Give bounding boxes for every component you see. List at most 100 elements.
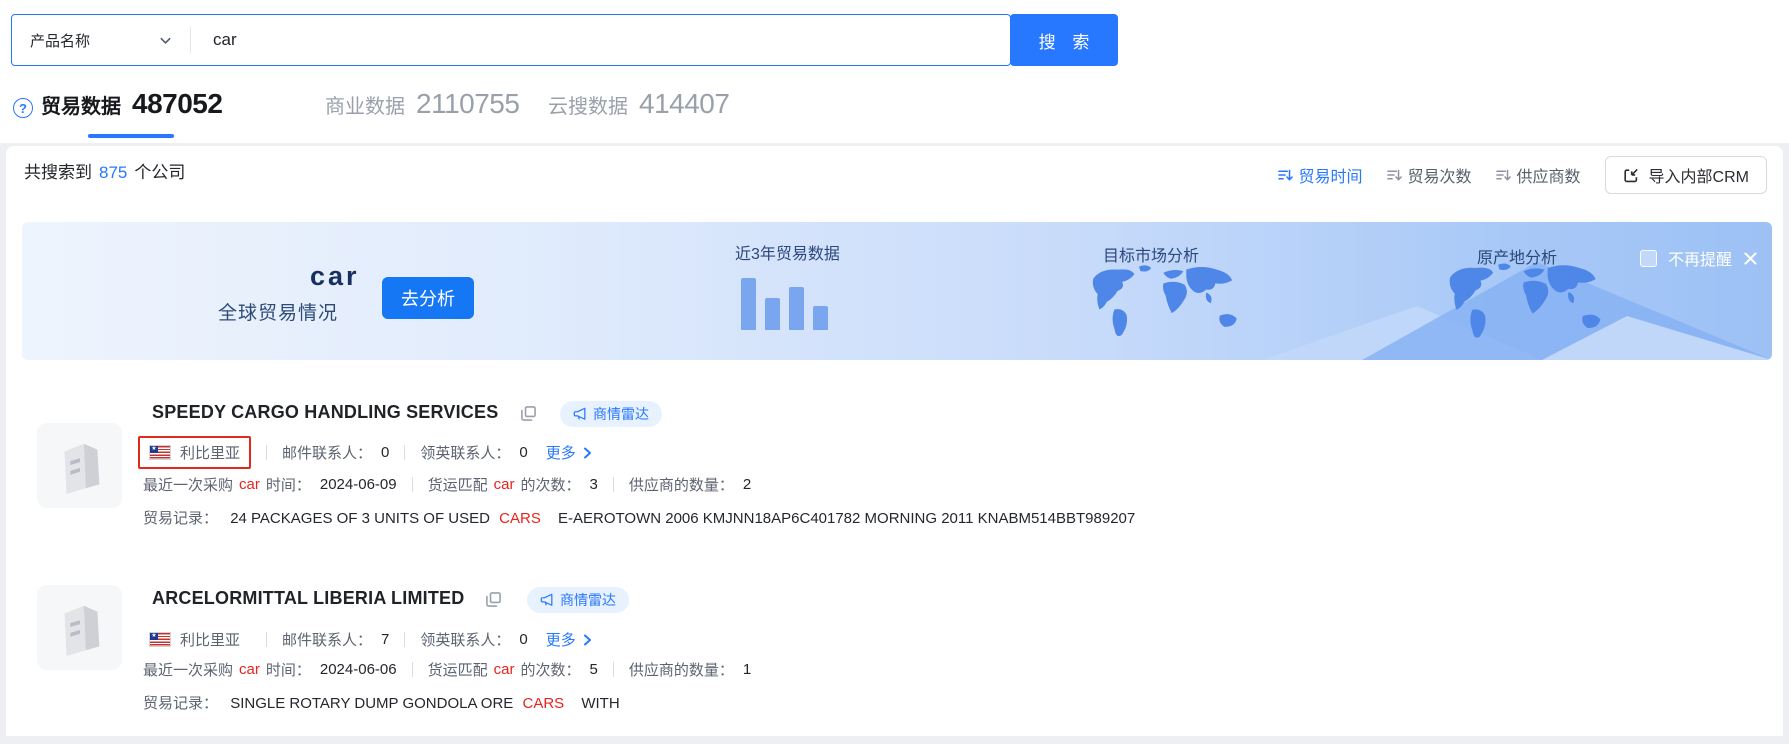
freight-count: 3 [589, 476, 597, 493]
supplier-count: 2 [743, 476, 751, 493]
more-label: 更多 [546, 629, 576, 650]
search-button[interactable]: 搜 索 [1010, 14, 1118, 66]
purchase-keyword: car [239, 476, 260, 493]
tab-business-data[interactable]: 商业数据 2110755 [325, 88, 519, 120]
freight-mid: 的次数： [520, 474, 580, 495]
tab-count: 487052 [132, 88, 222, 120]
import-icon [1623, 167, 1640, 184]
tab-count: 414407 [639, 88, 729, 120]
trade-record-row: 贸易记录： SINGLE ROTARY DUMP GONDOLA ORE CAR… [143, 692, 620, 713]
search-input[interactable] [191, 30, 1010, 50]
country-name: 利比里亚 [180, 629, 240, 650]
trade-record-label: 贸易记录： [143, 695, 218, 712]
email-contacts-value: 7 [381, 631, 389, 648]
email-contacts-value: 0 [381, 444, 389, 461]
trade-record-label: 贸易记录： [143, 510, 218, 527]
results-suffix: 个公司 [134, 158, 185, 183]
company-name[interactable]: ARCELORMITTAL LIBERIA LIMITED [152, 588, 464, 609]
tab-count: 2110755 [416, 88, 519, 120]
trade-record-keyword: CARS [499, 510, 541, 527]
divider [266, 632, 267, 647]
crm-import-button[interactable]: 导入内部CRM [1605, 156, 1767, 194]
trade-record-text: SINGLE ROTARY DUMP GONDOLA ORE [230, 695, 513, 712]
copy-icon[interactable] [485, 591, 502, 608]
chevron-right-icon [581, 634, 593, 646]
banner-keyword: car [310, 261, 360, 292]
email-contacts-label: 邮件联系人： [282, 629, 372, 650]
copy-icon[interactable] [520, 405, 537, 422]
more-label: 更多 [546, 442, 576, 463]
active-tab-underline [88, 134, 174, 138]
freight-keyword: car [494, 661, 515, 678]
banner-bar-chart [741, 277, 828, 330]
tab-label: 贸易数据 [41, 90, 121, 119]
trade-chart-label: 近3年贸易数据 [735, 240, 840, 264]
trade-record-text: E-AEROTOWN 2006 KMJNN18AP6C401782 MORNIN… [558, 510, 1135, 527]
sort-supplier-count[interactable]: 供应商数 [1496, 163, 1581, 187]
purchase-date: 2024-06-06 [320, 661, 397, 678]
company-stats-row: 最近一次采购 car 时间： 2024-06-09 货运匹配 car 的次数： … [143, 474, 751, 495]
sort-label: 贸易次数 [1408, 163, 1472, 187]
divider [412, 662, 413, 677]
country-tag: ★ 利比里亚 [138, 623, 251, 656]
trade-analysis-banner: car 全球贸易情况 去分析 近3年贸易数据 目标市场分析 原产地分析 不再提醒 [22, 222, 1772, 360]
purchase-prefix: 最近一次采购 [143, 659, 233, 680]
company-meta-row: ★ 利比里亚 邮件联系人： 7 领英联系人： 0 更多 [138, 623, 593, 656]
country-tag: ★ 利比里亚 [138, 436, 251, 469]
tab-trade-data[interactable]: 贸易数据 487052 [41, 88, 222, 120]
sort-trade-count[interactable]: 贸易次数 [1387, 163, 1472, 187]
more-link[interactable]: 更多 [546, 629, 593, 650]
chevron-down-icon [159, 34, 172, 47]
dismiss-label: 不再提醒 [1668, 246, 1732, 270]
purchase-keyword: car [239, 661, 260, 678]
supplier-count: 1 [743, 661, 751, 678]
trade-record-keyword: CARS [522, 695, 564, 712]
tab-label: 云搜数据 [548, 90, 628, 119]
world-map-icon [1440, 260, 1620, 348]
close-icon[interactable] [1743, 251, 1758, 266]
liberia-flag-icon: ★ [149, 445, 171, 460]
tab-label: 商业数据 [325, 90, 405, 119]
horn-icon [540, 593, 554, 607]
suppliers-label: 供应商的数量： [629, 659, 734, 680]
tab-cloud-search-data[interactable]: 云搜数据 414407 [548, 88, 729, 120]
linkedin-contacts-value: 0 [519, 631, 527, 648]
linkedin-contacts-value: 0 [519, 444, 527, 461]
radar-badge-label: 商情雷达 [593, 404, 649, 424]
more-link[interactable]: 更多 [546, 442, 593, 463]
purchase-prefix: 最近一次采购 [143, 474, 233, 495]
dismiss-checkbox[interactable] [1640, 250, 1657, 267]
suppliers-label: 供应商的数量： [629, 474, 734, 495]
sort-label: 供应商数 [1517, 163, 1581, 187]
horn-icon [573, 407, 587, 421]
sort-icon [1278, 168, 1293, 183]
company-meta-row: ★ 利比里亚 邮件联系人： 0 领英联系人： 0 更多 [138, 436, 593, 469]
freight-count: 5 [589, 661, 597, 678]
search-category-label: 产品名称 [30, 30, 90, 51]
sort-controls: 贸易时间 贸易次数 供应商数 导入内部CRM [1278, 154, 1768, 196]
analyze-button[interactable]: 去分析 [382, 277, 474, 319]
sort-icon [1387, 168, 1402, 183]
purchase-mid: 时间： [266, 474, 311, 495]
radar-badge[interactable]: 商情雷达 [527, 587, 629, 613]
trade-record-row: 贸易记录： 24 PACKAGES OF 3 UNITS OF USED CAR… [143, 507, 1135, 528]
divider [412, 477, 413, 492]
divider [404, 445, 405, 460]
help-icon[interactable]: ? [13, 98, 33, 118]
freight-mid: 的次数： [520, 659, 580, 680]
radar-badge-label: 商情雷达 [560, 590, 616, 610]
search-box: 产品名称 [11, 14, 1011, 66]
purchase-mid: 时间： [266, 659, 311, 680]
freight-keyword: car [494, 476, 515, 493]
company-name[interactable]: SPEEDY CARGO HANDLING SERVICES [152, 402, 498, 423]
country-name: 利比里亚 [180, 442, 240, 463]
trade-record-text: WITH [581, 695, 619, 712]
top-section: 产品名称 搜 索 ? 贸易数据 487052 商业数据 2110755 云搜数据… [0, 0, 1789, 143]
radar-badge[interactable]: 商情雷达 [560, 401, 662, 427]
company-logo [37, 585, 122, 670]
world-map-icon [1077, 262, 1262, 346]
sort-trade-time[interactable]: 贸易时间 [1278, 163, 1363, 187]
trade-record-text: 24 PACKAGES OF 3 UNITS OF USED [230, 510, 490, 527]
linkedin-contacts-label: 领英联系人： [420, 442, 510, 463]
search-category-dropdown[interactable]: 产品名称 [12, 15, 190, 65]
